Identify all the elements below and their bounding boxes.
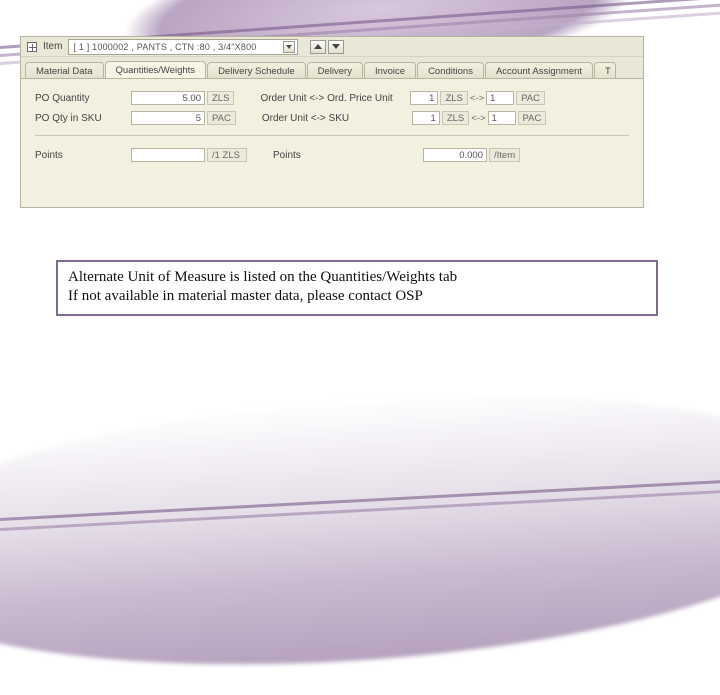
points-left-unit: /1 ZLS <box>207 148 247 162</box>
item-stepper <box>310 40 344 54</box>
item-prev-button[interactable] <box>310 40 326 54</box>
conversion-arrow: <-> <box>470 93 484 104</box>
oupu-left-unit: ZLS <box>440 91 467 105</box>
po-quantity-unit: ZLS <box>207 91 234 105</box>
caret-down-icon <box>332 44 340 49</box>
item-tabstrip: Material Data Quantities/Weights Deliver… <box>21 57 643 79</box>
item-selector-dropdown[interactable]: [ 1 ] 1000002 , PANTS , CTN :80 , 3/4"X8… <box>68 39 298 55</box>
dropdown-button[interactable] <box>283 41 295 53</box>
caret-up-icon <box>314 44 322 49</box>
ousku-right-field[interactable]: 1 <box>488 111 516 125</box>
po-quantity-label: PO Quantity <box>35 93 131 104</box>
item-header-bar: Item [ 1 ] 1000002 , PANTS , CTN :80 , 3… <box>21 37 643 57</box>
points-right-label: Points <box>273 150 333 161</box>
sap-item-panel: Item [ 1 ] 1000002 , PANTS , CTN :80 , 3… <box>20 36 644 208</box>
po-qty-sku-label: PO Qty in SKU <box>35 113 131 124</box>
points-right-unit: /Item <box>489 148 520 162</box>
tab-invoice[interactable]: Invoice <box>364 62 416 79</box>
po-qty-sku-field[interactable]: 5 <box>131 111 205 125</box>
quantities-weights-form: PO Quantity 5.00 ZLS Order Unit <-> Ord.… <box>21 79 643 207</box>
points-left-label: Points <box>35 150 131 161</box>
chevron-down-icon <box>286 45 292 49</box>
conversion-arrow: <-> <box>471 113 485 124</box>
oupu-left-field[interactable]: 1 <box>410 91 438 105</box>
order-unit-priceunit-label: Order Unit <-> Ord. Price Unit <box>260 93 410 104</box>
order-unit-sku-label: Order Unit <-> SKU <box>262 113 412 124</box>
callout-line1: Alternate Unit of Measure is listed on t… <box>68 268 646 287</box>
tab-delivery-schedule[interactable]: Delivery Schedule <box>207 62 306 79</box>
tab-delivery[interactable]: Delivery <box>307 62 363 79</box>
ousku-right-unit: PAC <box>518 111 547 125</box>
item-next-button[interactable] <box>328 40 344 54</box>
points-left-field[interactable] <box>131 148 205 162</box>
po-quantity-field[interactable]: 5.00 <box>131 91 205 105</box>
item-label: Item <box>43 41 62 52</box>
instruction-callout: Alternate Unit of Measure is listed on t… <box>56 260 658 316</box>
decorative-swoosh-bottom <box>0 365 720 694</box>
oupu-right-field[interactable]: 1 <box>486 91 514 105</box>
tab-account-assignment[interactable]: Account Assignment <box>485 62 593 79</box>
callout-line2: If not available in material master data… <box>68 287 646 306</box>
tab-conditions[interactable]: Conditions <box>417 62 484 79</box>
po-qty-sku-unit: PAC <box>207 111 236 125</box>
tab-truncated[interactable]: T <box>594 62 616 79</box>
section-divider <box>35 135 629 136</box>
oupu-right-unit: PAC <box>516 91 545 105</box>
ousku-left-unit: ZLS <box>442 111 469 125</box>
expand-icon[interactable] <box>27 42 37 52</box>
item-dropdown-value: [ 1 ] 1000002 , PANTS , CTN :80 , 3/4"X8… <box>73 42 256 52</box>
points-right-field[interactable]: 0.000 <box>423 148 487 162</box>
tab-quantities-weights[interactable]: Quantities/Weights <box>105 61 207 79</box>
tab-material-data[interactable]: Material Data <box>25 62 104 79</box>
ousku-left-field[interactable]: 1 <box>412 111 440 125</box>
